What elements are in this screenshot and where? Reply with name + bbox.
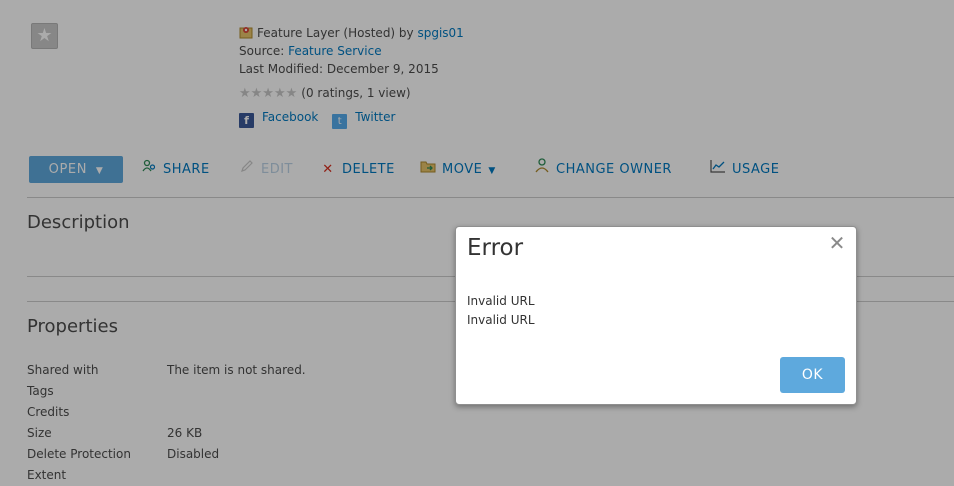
error-line: Invalid URL bbox=[467, 313, 535, 327]
error-dialog: Error ✕ Invalid URL Invalid URL OK bbox=[455, 226, 857, 405]
ok-button[interactable]: OK bbox=[780, 357, 845, 393]
dialog-title: Error bbox=[467, 235, 524, 261]
close-icon[interactable]: ✕ bbox=[828, 233, 846, 253]
error-line: Invalid URL bbox=[467, 294, 535, 308]
dialog-message: Invalid URL Invalid URL bbox=[467, 292, 535, 330]
